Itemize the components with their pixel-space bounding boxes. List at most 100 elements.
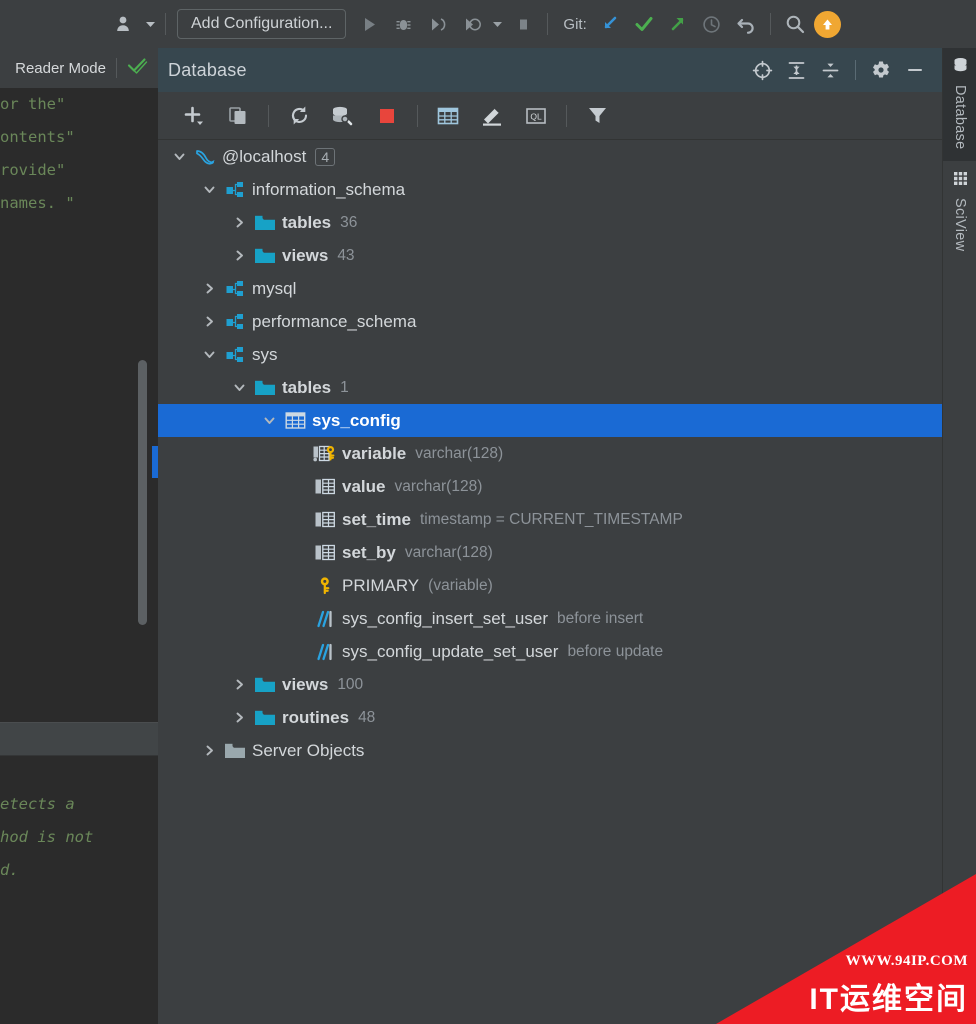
inspection-ok-icon[interactable] (127, 55, 148, 81)
tree-row[interactable]: @localhost 4 (158, 140, 942, 173)
folder-icon (252, 701, 278, 734)
chevron-right-icon[interactable] (196, 305, 222, 338)
editor-scrollbar[interactable] (138, 360, 147, 625)
user-avatar-icon[interactable] (108, 7, 142, 41)
column-icon (312, 470, 338, 503)
tree-row[interactable]: sys_config_insert_set_user before insert (158, 602, 942, 635)
chevron-down-icon[interactable] (196, 338, 222, 371)
schema-icon (222, 173, 248, 206)
collapse-all-icon[interactable] (813, 53, 847, 87)
add-icon[interactable] (176, 98, 212, 134)
rollback-icon[interactable] (729, 7, 763, 41)
divider (417, 104, 418, 127)
folder-icon (252, 239, 278, 272)
tree-row[interactable]: sys_config_update_set_user before update (158, 635, 942, 668)
tree-row-label: sys_config_insert_set_user (342, 608, 549, 628)
editor-pane[interactable]: Reader Mode or the" ontents" rovide" nam… (0, 48, 158, 1024)
data-source-properties-icon[interactable] (325, 98, 361, 134)
search-everywhere-icon[interactable] (778, 7, 812, 41)
database-panel-header: Database (158, 48, 942, 92)
chevron-down-icon[interactable] (488, 7, 506, 41)
chevron-down-icon[interactable] (256, 404, 282, 437)
tree-row[interactable]: performance_schema (158, 305, 942, 338)
table-icon (282, 404, 308, 437)
chevron-right-icon[interactable] (226, 668, 252, 701)
refresh-icon[interactable] (281, 98, 317, 134)
chevron-down-icon[interactable] (166, 140, 192, 173)
debug-icon[interactable] (386, 7, 420, 41)
profile-icon[interactable] (454, 7, 488, 41)
database-stack-icon (952, 57, 969, 79)
tree-row[interactable]: tables 36 (158, 206, 942, 239)
run-with-coverage-icon[interactable] (420, 7, 454, 41)
chevron-right-icon[interactable] (226, 206, 252, 239)
git-label: Git: (563, 15, 587, 33)
schema-icon (222, 338, 248, 371)
chevron-down-icon[interactable] (142, 7, 158, 41)
toolbar-left-spacer (0, 24, 108, 25)
tree-row[interactable]: variable varchar(128) (158, 437, 942, 470)
key-icon (312, 569, 338, 602)
chevron-down-icon[interactable] (226, 371, 252, 404)
tree-row-detail: varchar(128) (404, 543, 493, 561)
tree-row[interactable]: set_time timestamp = CURRENT_TIMESTAMP (158, 503, 942, 536)
history-icon[interactable] (695, 7, 729, 41)
tree-row-label: sys (252, 344, 278, 364)
mysql-dolphin-icon (192, 140, 218, 173)
tree-row[interactable]: set_by varchar(128) (158, 536, 942, 569)
tree-row[interactable]: sys_config (158, 404, 942, 437)
tree-row[interactable]: routines 48 (158, 701, 942, 734)
commit-icon[interactable] (627, 7, 661, 41)
toolbar-divider (769, 13, 771, 35)
tool-tab-label: Database (952, 85, 968, 150)
tree-row[interactable]: mysql (158, 272, 942, 305)
tree-row[interactable]: value varchar(128) (158, 470, 942, 503)
tree-row-detail: timestamp = CURRENT_TIMESTAMP (419, 510, 683, 528)
tree-row-label: information_schema (252, 179, 406, 199)
filter-icon[interactable] (579, 98, 615, 134)
tree-row[interactable]: information_schema (158, 173, 942, 206)
open-query-console-icon[interactable]: QL (518, 98, 554, 134)
tree-row-label: variable (342, 443, 407, 463)
chevron-down-icon[interactable] (196, 173, 222, 206)
open-table-editor-icon[interactable] (430, 98, 466, 134)
tree-row-label: views (282, 674, 329, 694)
expand-all-icon[interactable] (779, 53, 813, 87)
arrow-up-badge-icon[interactable] (813, 10, 841, 38)
tree-row[interactable]: Server Objects (158, 734, 942, 767)
editor-reader-mode-bar: Reader Mode (0, 48, 158, 88)
main-toolbar: Add Configuration... Git: (0, 0, 976, 48)
tool-tab-sciview[interactable]: SciView (943, 161, 976, 263)
tool-tab-database[interactable]: Database (943, 48, 976, 162)
tree-row-detail: 36 (340, 213, 358, 231)
database-tree[interactable]: @localhost 4 information_schema tables 36 vie… (158, 140, 942, 1024)
code-line: names. " (0, 194, 75, 212)
hide-panel-icon[interactable] (898, 53, 932, 87)
update-project-icon[interactable] (593, 7, 627, 41)
modify-table-icon[interactable] (474, 98, 510, 134)
tree-row[interactable]: tables 1 (158, 371, 942, 404)
chevron-right-icon[interactable] (196, 734, 222, 767)
tree-row-label: set_time (342, 509, 411, 529)
tree-row-label: tables (282, 377, 332, 397)
column-icon (312, 536, 338, 569)
right-tool-strip: Database SciView (942, 48, 976, 1024)
chevron-right-icon[interactable] (226, 701, 252, 734)
tree-row-label: @localhost (222, 146, 307, 166)
duplicate-icon[interactable] (220, 98, 256, 134)
stop-icon[interactable] (506, 7, 540, 41)
scroll-from-source-icon[interactable] (745, 53, 779, 87)
tree-row[interactable]: sys (158, 338, 942, 371)
database-toolbar: QL (158, 92, 942, 140)
add-configuration-button[interactable]: Add Configuration... (177, 9, 347, 39)
run-icon[interactable] (352, 7, 386, 41)
tree-row[interactable]: views 100 (158, 668, 942, 701)
tree-row[interactable]: PRIMARY (variable) (158, 569, 942, 602)
stop-icon[interactable] (369, 98, 405, 134)
chevron-right-icon[interactable] (196, 272, 222, 305)
tree-row[interactable]: views 43 (158, 239, 942, 272)
settings-gear-icon[interactable] (864, 53, 898, 87)
database-header-actions (745, 53, 942, 87)
chevron-right-icon[interactable] (226, 239, 252, 272)
push-icon[interactable] (661, 7, 695, 41)
